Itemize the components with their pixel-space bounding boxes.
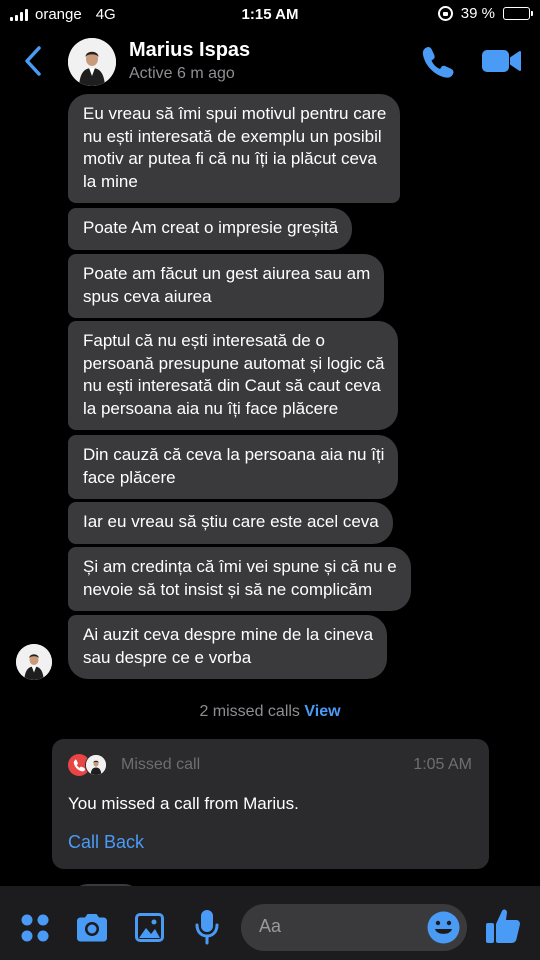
message-input[interactable] (259, 916, 409, 937)
view-link[interactable]: View (304, 703, 340, 720)
message-line: Eu vreau să îmi spui motivul pentru care (83, 104, 387, 123)
status-right: 39 % (437, 5, 533, 22)
missed-calls-summary: 2 missed calls View (0, 703, 540, 721)
message-line: Faptul că nu ești interesată de o (83, 331, 325, 350)
missed-calls-text: 2 missed calls (199, 703, 305, 720)
contact-name[interactable]: Marius Ispas (129, 39, 250, 62)
call-back-button[interactable]: Call Back (68, 832, 144, 853)
message-line: nu ești interesată de exemplu un posibil (83, 126, 382, 146)
message-line: Poate am făcut un gest aiurea sau am (83, 264, 371, 283)
camera-icon[interactable] (74, 911, 110, 945)
back-icon[interactable] (20, 44, 50, 78)
message-bubble[interactable]: Ai auzit ceva despre mine de la cineva s… (68, 615, 388, 679)
sender-avatar[interactable] (16, 644, 52, 680)
message-line: Poate Am creat o impresie greșită (83, 218, 339, 237)
like-icon[interactable] (484, 906, 522, 946)
composer-bar (0, 886, 540, 960)
message-bubble[interactable]: Faptul că nu ești interesată de o persoa… (68, 321, 399, 430)
battery-percent: 39 % (460, 5, 495, 22)
message-bubble[interactable]: Iar eu vreau să știu care este acel ceva (68, 502, 393, 544)
message-line: sau despre ce e vorba (83, 647, 252, 667)
message-line: Ai auzit ceva despre mine de la cineva (83, 625, 374, 644)
message-line: Și am credința că îmi vei spune și că nu… (83, 557, 397, 576)
gallery-icon[interactable] (133, 911, 166, 944)
message-line: face plăcere (83, 467, 176, 487)
message-line: motiv ar putea fi că nu îți ia plăcut ce… (83, 149, 377, 168)
message-bubble[interactable]: Poate Am creat o impresie greșită (68, 208, 353, 250)
message-bubble[interactable]: Și am credința că îmi vei spune și că nu… (68, 547, 411, 611)
conversation-header: Marius Ispas Active 6 m ago (0, 30, 540, 94)
message-line: la persoana aia nu îți face plăcere (83, 398, 339, 418)
message-bubble[interactable]: Eu vreau să îmi spui motivul pentru care… (68, 94, 401, 203)
contact-avatar[interactable] (68, 38, 116, 86)
message-line: Iar eu vreau să știu care este acel ceva (83, 512, 379, 531)
message-line: nu ești interesată din Caut să caut ceva (83, 376, 381, 395)
emoji-icon[interactable] (426, 910, 461, 945)
message-bubble[interactable]: Poate am făcut un gest aiurea sau am spu… (68, 254, 385, 318)
video-call-icon[interactable] (480, 46, 522, 76)
call-icon[interactable] (420, 44, 456, 80)
message-list[interactable]: Eu vreau să îmi spui motivul pentru care… (0, 94, 540, 886)
orientation-lock-icon (437, 6, 453, 21)
message-input-field[interactable] (241, 904, 467, 951)
message-bubble[interactable]: Din cauză că ceva la persoana aia nu îți… (68, 435, 399, 499)
microphone-icon[interactable] (194, 908, 220, 946)
message-line: persoană presupune automat și logic că (83, 353, 385, 373)
contact-active-status: Active 6 m ago (129, 65, 235, 82)
missed-call-icons (68, 753, 108, 777)
missed-call-time: 1:05 AM (413, 756, 472, 773)
battery-icon (503, 7, 533, 20)
missed-call-description: You missed a call from Marius. (68, 794, 299, 813)
message-line: nevoie să tot insist și să ne complicăm (83, 579, 373, 599)
message-line: spus ceva aiurea (83, 286, 212, 306)
apps-icon[interactable] (20, 913, 50, 943)
missed-call-title: Missed call (121, 756, 201, 773)
missed-call-card: Missed call 1:05 AM You missed a call fr… (52, 739, 489, 869)
message-line: Din cauză că ceva la persoana aia nu îți (83, 445, 385, 464)
caller-avatar (85, 754, 107, 776)
status-bar: orange 4G 1:15 AM 39 % (0, 0, 540, 30)
message-line: la mine (83, 171, 138, 191)
